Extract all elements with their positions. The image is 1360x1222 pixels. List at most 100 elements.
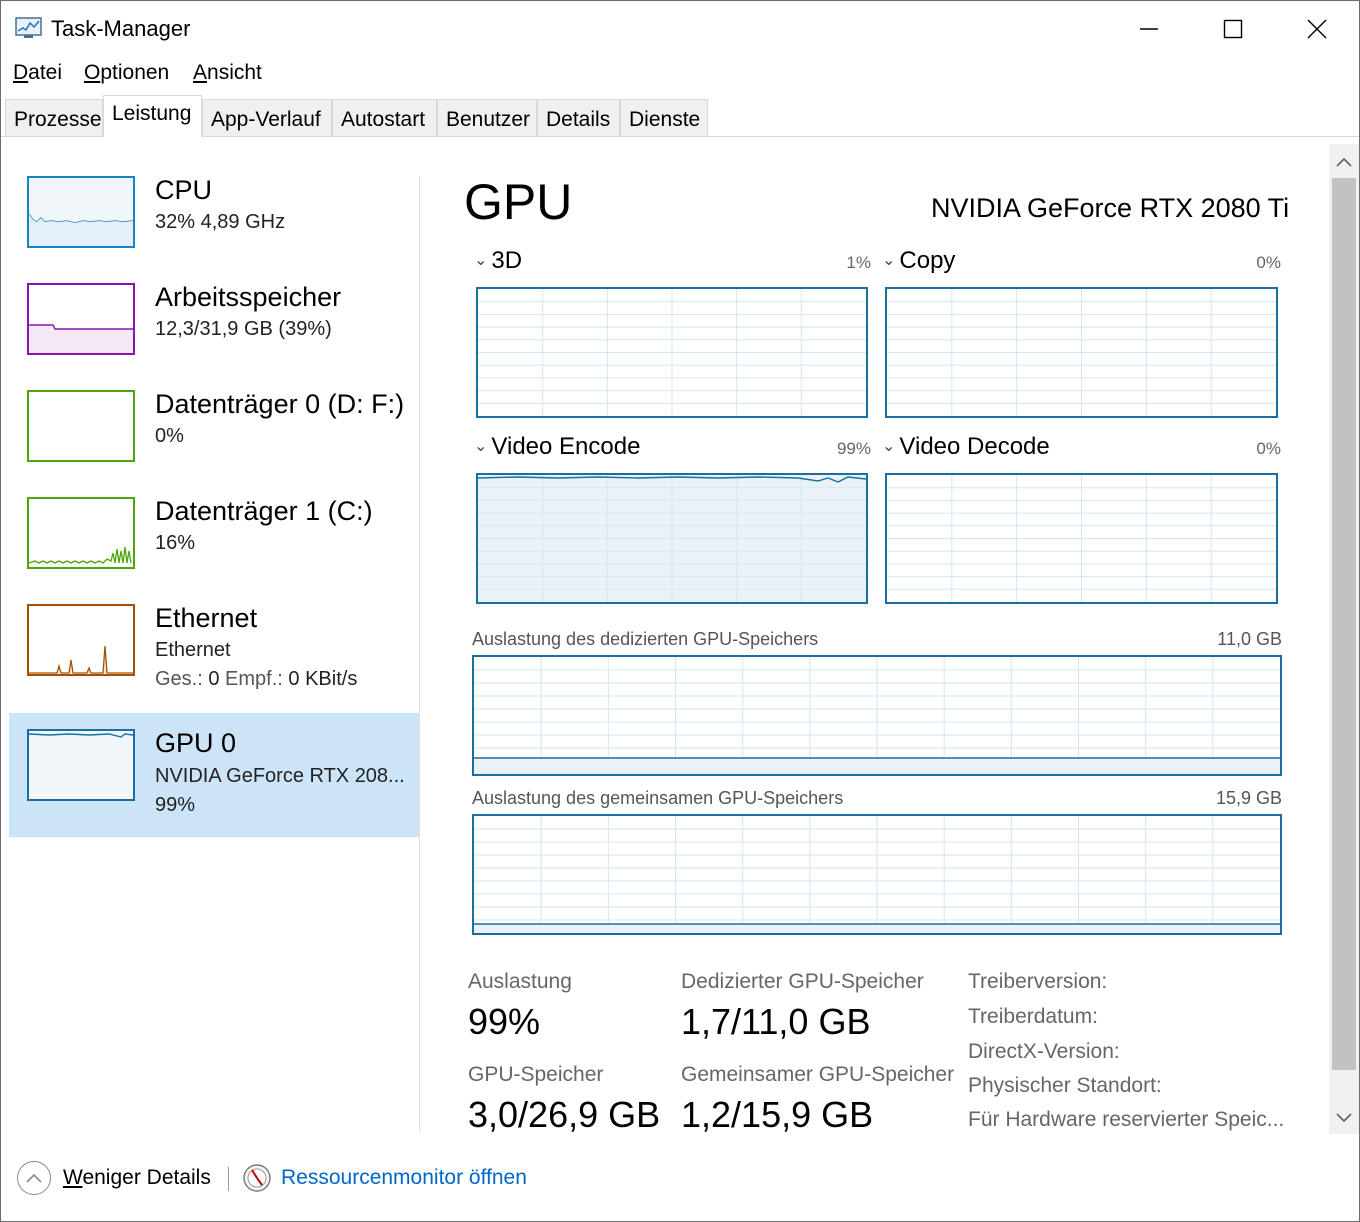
tab-details[interactable]: Details bbox=[537, 99, 620, 137]
tab-bar: Prozesse Leistung App-Verlauf Autostart … bbox=[1, 95, 1359, 138]
ethernet-adapter: Ethernet bbox=[155, 639, 231, 661]
gpu-0-title: GPU 0 bbox=[155, 728, 237, 758]
graph-video-encode bbox=[476, 473, 868, 604]
graph-copy bbox=[885, 287, 1278, 418]
open-resource-monitor-link[interactable]: Ressourcenmonitor öffnen bbox=[281, 1166, 527, 1190]
chevron-down-icon bbox=[1336, 1113, 1352, 1123]
graph-video-decode bbox=[885, 473, 1278, 604]
maximize-button[interactable] bbox=[1191, 1, 1275, 57]
sidebar-item-memory[interactable]: Arbeitsspeicher 12,3/31,9 GB (39%) bbox=[9, 270, 419, 394]
graph-shared-memory bbox=[472, 814, 1282, 935]
vertical-scrollbar[interactable] bbox=[1329, 144, 1359, 1134]
ethernet-throughput: Ges.: 0 Empf.: 0 KBit/s bbox=[155, 668, 358, 690]
dedicated-memory-stat-label: Dedizierter GPU-Speicher bbox=[681, 970, 924, 993]
footer-separator bbox=[228, 1167, 229, 1191]
graph-copy-selector[interactable]: ⌄ Copy bbox=[882, 247, 955, 275]
menu-bar: Datei Optionen Ansicht bbox=[1, 57, 1359, 91]
menu-ansicht[interactable]: Ansicht bbox=[193, 61, 262, 85]
gpu-0-model: NVIDIA GeForce RTX 208... bbox=[155, 765, 405, 787]
cpu-thumbnail bbox=[27, 176, 135, 248]
dedicated-memory-stat-value: 1,7/11,0 GB bbox=[681, 1001, 871, 1042]
tab-app-verlauf[interactable]: App-Verlauf bbox=[202, 99, 332, 137]
dedicated-memory-label: Auslastung des dedizierten GPU-Speichers bbox=[472, 629, 819, 649]
sidebar-divider bbox=[419, 176, 420, 1131]
physical-location-label: Physischer Standort: bbox=[968, 1074, 1162, 1097]
footer: Weniger Details Ressourcenmonitor öffnen bbox=[1, 1141, 1359, 1221]
close-icon bbox=[1307, 19, 1327, 39]
cpu-title: CPU bbox=[155, 175, 213, 205]
graph-3d bbox=[476, 287, 868, 418]
graph-video-decode-selector[interactable]: ⌄ Video Decode bbox=[882, 433, 1050, 461]
task-manager-window: Task-Manager Datei Optionen Ansicht Proz… bbox=[0, 0, 1360, 1222]
fewer-details-button[interactable] bbox=[17, 1161, 51, 1195]
tab-dienste[interactable]: Dienste bbox=[620, 99, 708, 137]
graph-copy-percent: 0% bbox=[1256, 253, 1281, 272]
title-bar[interactable]: Task-Manager bbox=[1, 1, 1359, 57]
disk-0-usage: 0% bbox=[155, 425, 184, 447]
shared-memory-stat-value: 1,2/15,9 GB bbox=[681, 1094, 874, 1135]
minimize-button[interactable] bbox=[1107, 1, 1191, 57]
tab-benutzer[interactable]: Benutzer bbox=[437, 99, 537, 137]
tab-prozesse[interactable]: Prozesse bbox=[5, 99, 103, 137]
sidebar-item-cpu[interactable]: CPU 32% 4,89 GHz bbox=[9, 163, 419, 287]
fewer-details-link[interactable]: Weniger Details bbox=[63, 1166, 211, 1190]
tab-autostart[interactable]: Autostart bbox=[332, 99, 437, 137]
window-title: Task-Manager bbox=[51, 16, 191, 41]
directx-version-label: DirectX-Version: bbox=[968, 1040, 1120, 1063]
graph-video-decode-percent: 0% bbox=[1256, 439, 1281, 458]
chevron-down-icon: ⌄ bbox=[882, 438, 896, 455]
memory-usage: 12,3/31,9 GB (39%) bbox=[155, 318, 332, 340]
shared-memory-max: 15,9 GB bbox=[1215, 788, 1282, 808]
memory-title: Arbeitsspeicher bbox=[155, 282, 342, 312]
chevron-down-icon: ⌄ bbox=[882, 252, 896, 269]
hardware-reserved-memory-label: Für Hardware reservierter Speic... bbox=[968, 1108, 1285, 1131]
disk-1-title: Datenträger 1 (C:) bbox=[155, 496, 373, 526]
dedicated-memory-max: 11,0 GB bbox=[1217, 629, 1282, 649]
utilization-value: 99% bbox=[468, 1001, 541, 1042]
scroll-up-button[interactable] bbox=[1329, 148, 1359, 176]
graph-video-encode-selector[interactable]: ⌄ Video Encode bbox=[474, 433, 640, 461]
shared-memory-stat-label: Gemeinsamer GPU-Speicher bbox=[681, 1063, 955, 1086]
disk-1-usage: 16% bbox=[155, 532, 196, 554]
maximize-icon bbox=[1223, 19, 1243, 39]
shared-memory-label: Auslastung des gemeinsamen GPU-Speichers bbox=[472, 788, 844, 808]
chevron-down-icon: ⌄ bbox=[474, 438, 488, 455]
utilization-label: Auslastung bbox=[468, 970, 572, 993]
memory-thumbnail bbox=[27, 283, 135, 355]
gpu-device-name: NVIDIA GeForce RTX 2080 Ti bbox=[931, 193, 1290, 223]
sidebar-item-disk-0[interactable]: Datenträger 0 (D: F:) 0% bbox=[9, 377, 419, 501]
close-button[interactable] bbox=[1275, 1, 1359, 57]
resource-monitor-icon bbox=[243, 1164, 271, 1192]
cpu-usage: 32% 4,89 GHz bbox=[155, 211, 286, 233]
menu-datei[interactable]: Datei bbox=[13, 61, 62, 85]
gpu-memory-value: 3,0/26,9 GB bbox=[468, 1094, 661, 1135]
scroll-thumb[interactable] bbox=[1332, 178, 1356, 1070]
graph-3d-selector[interactable]: ⌄ 3D bbox=[474, 247, 522, 275]
ethernet-title: Ethernet bbox=[155, 603, 258, 633]
gpu-memory-label: GPU-Speicher bbox=[468, 1063, 604, 1086]
graph-video-encode-percent: 99% bbox=[836, 439, 871, 458]
driver-version-label: Treiberversion: bbox=[968, 970, 1108, 993]
disk-1-thumbnail bbox=[27, 497, 135, 569]
sidebar-item-gpu-0[interactable]: GPU 0 NVIDIA GeForce RTX 208... 99% bbox=[9, 713, 419, 837]
chevron-down-icon: ⌄ bbox=[474, 252, 488, 269]
sidebar-item-ethernet[interactable]: Ethernet Ethernet Ges.: 0 Empf.: 0 KBit/… bbox=[9, 591, 419, 715]
gpu-0-thumbnail bbox=[27, 729, 135, 801]
resource-list: CPU 32% 4,89 GHz Arbeitsspeicher 12,3/31… bbox=[9, 161, 421, 1131]
disk-0-title: Datenträger 0 (D: F:) bbox=[155, 389, 405, 419]
graph-3d-percent: 1% bbox=[846, 253, 871, 272]
scroll-down-button[interactable] bbox=[1329, 1104, 1359, 1132]
chevron-up-icon bbox=[1336, 157, 1352, 167]
menu-optionen[interactable]: Optionen bbox=[84, 61, 169, 85]
sidebar-item-disk-1[interactable]: Datenträger 1 (C:) 16% bbox=[9, 484, 419, 608]
minimize-icon bbox=[1140, 28, 1158, 30]
task-manager-icon bbox=[15, 17, 42, 38]
page-title: GPU bbox=[464, 174, 573, 230]
tab-leistung[interactable]: Leistung bbox=[103, 95, 202, 138]
driver-date-label: Treiberdatum: bbox=[968, 1005, 1098, 1028]
disk-0-thumbnail bbox=[27, 390, 135, 462]
chevron-up-icon bbox=[26, 1173, 42, 1183]
gpu-0-usage: 99% bbox=[155, 794, 196, 816]
ethernet-thumbnail bbox=[27, 604, 135, 676]
graph-dedicated-memory bbox=[472, 655, 1282, 776]
